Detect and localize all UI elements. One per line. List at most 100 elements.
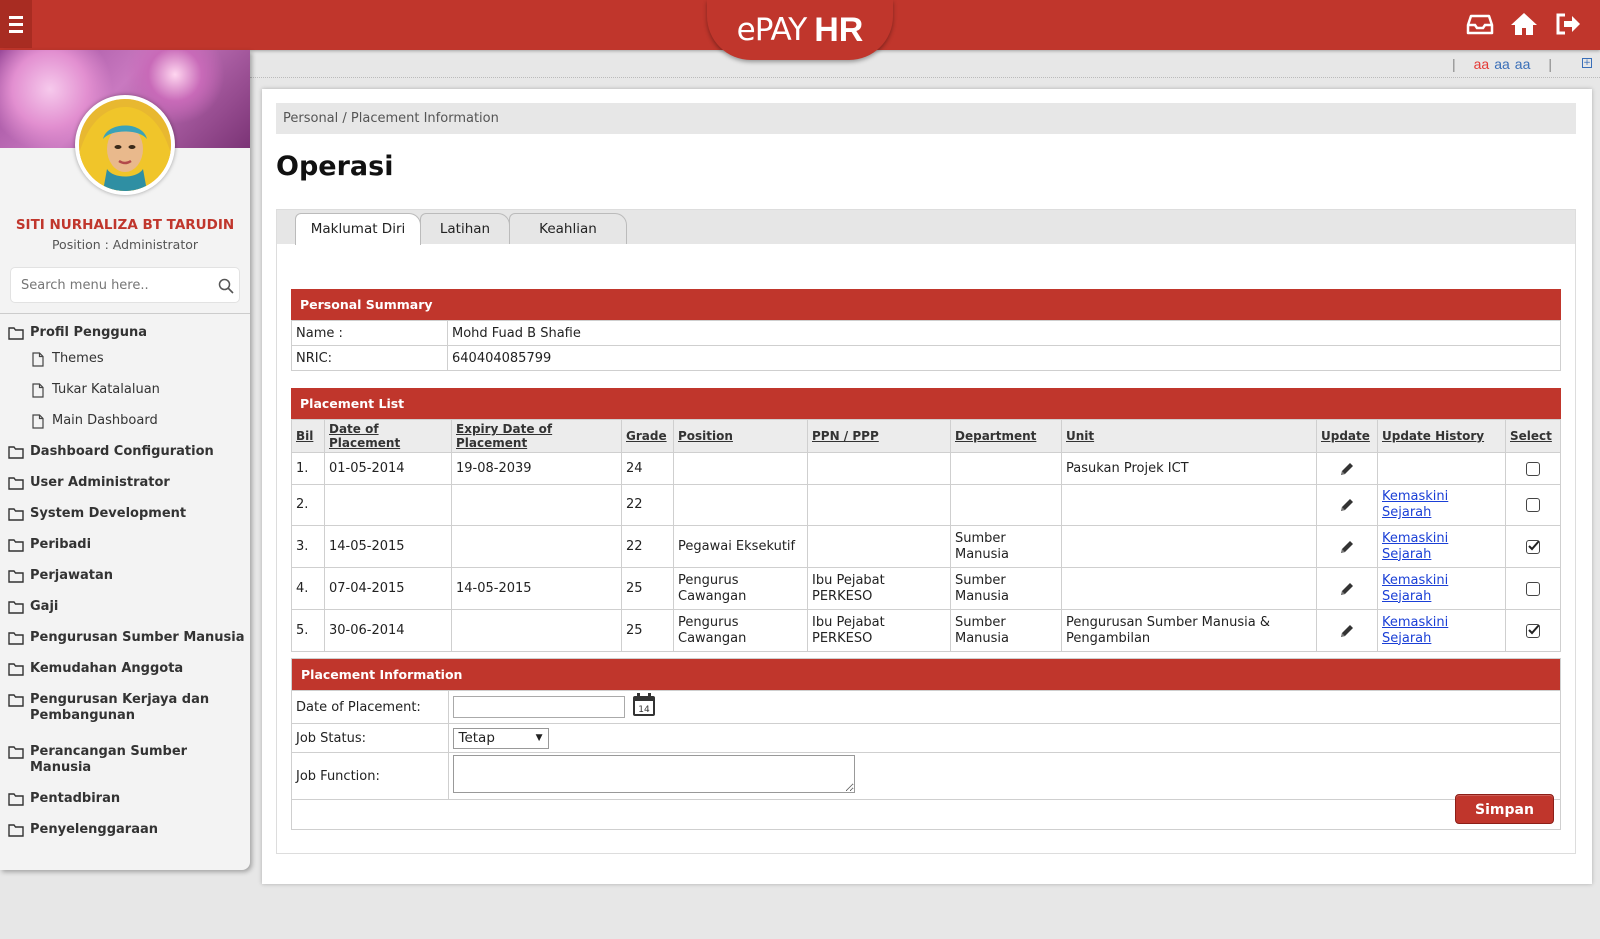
job-status-select[interactable]: Tetap ▼ bbox=[452, 727, 549, 749]
sidebar-item-peribadi[interactable]: Peribadi bbox=[0, 537, 250, 553]
col-update-history[interactable]: Update History bbox=[1377, 419, 1506, 453]
sidebar-item-perjawatan[interactable]: Perjawatan bbox=[0, 568, 250, 584]
cell-ppn bbox=[807, 525, 951, 568]
cell-expiry: 14-05-2015 bbox=[451, 567, 622, 610]
table-row: 3. 14-05-2015 22 Pegawai Eksekutif Sumber Ma… bbox=[291, 525, 1561, 568]
placement-info-form: Date of Placement: 14 Job Status: Tetap ▼ bbox=[292, 690, 1560, 800]
hamburger-icon[interactable] bbox=[0, 0, 32, 48]
inbox-icon[interactable] bbox=[1466, 10, 1494, 38]
cell-expiry: 19-08-2039 bbox=[451, 452, 622, 485]
nric-label: NRIC: bbox=[291, 345, 448, 371]
edit-pencil-icon[interactable] bbox=[1339, 497, 1355, 513]
checkbox-checked[interactable] bbox=[1526, 623, 1540, 638]
sidebar-item-main-dashboard[interactable]: Main Dashboard bbox=[0, 413, 250, 429]
sidebar-item-label: Kemudahan Anggota bbox=[30, 661, 184, 676]
col-update[interactable]: Update bbox=[1316, 419, 1378, 453]
col-select[interactable]: Select bbox=[1505, 419, 1561, 453]
cell-date: 14-05-2015 bbox=[324, 525, 452, 568]
update-history-link[interactable]: Kemaskini Sejarah bbox=[1382, 531, 1452, 563]
update-history-link[interactable]: Kemaskini Sejarah bbox=[1382, 615, 1452, 647]
sidebar-item-pentadbiran[interactable]: Pentadbiran bbox=[0, 791, 250, 807]
cell-department: Sumber Manusia bbox=[950, 567, 1062, 610]
edit-pencil-icon[interactable] bbox=[1339, 581, 1355, 597]
sidebar-item-themes[interactable]: Themes bbox=[0, 351, 250, 367]
col-unit[interactable]: Unit bbox=[1061, 419, 1317, 453]
user-name: SITI NURHALIZA BT TARUDIN bbox=[15, 217, 235, 233]
tab-latihan[interactable]: Latihan bbox=[420, 213, 510, 244]
sidebar-item-pengurusan-kerjaya-dan-pembangunan[interactable]: Pengurusan Kerjaya dan Pembangunan bbox=[0, 692, 250, 724]
checkbox[interactable] bbox=[1526, 581, 1540, 596]
section-heading: Placement List bbox=[291, 388, 1561, 419]
nric-value: 640404085799 bbox=[447, 345, 1561, 371]
edit-pencil-icon[interactable] bbox=[1339, 461, 1355, 477]
sidebar-item-kemudahan-anggota[interactable]: Kemudahan Anggota bbox=[0, 661, 250, 677]
sidebar-item-gaji[interactable]: Gaji bbox=[0, 599, 250, 615]
home-icon[interactable] bbox=[1510, 10, 1538, 38]
col-ppn[interactable]: PPN / PPP bbox=[807, 419, 951, 453]
logo-hr: HR bbox=[814, 10, 864, 49]
folder-icon bbox=[8, 507, 24, 521]
job-function-textarea[interactable] bbox=[452, 755, 855, 793]
col-grade[interactable]: Grade bbox=[621, 419, 674, 453]
save-button[interactable]: Simpan bbox=[1455, 794, 1554, 824]
cell-grade: 25 bbox=[621, 567, 674, 610]
sidebar-item-label: Themes bbox=[52, 351, 104, 366]
checkbox[interactable] bbox=[1526, 498, 1540, 512]
sidebar-item-profil-pengguna[interactable]: Profil Pengguna bbox=[0, 325, 250, 341]
expand-icon[interactable]: + bbox=[1582, 58, 1592, 68]
folder-icon bbox=[8, 662, 24, 676]
checkbox[interactable] bbox=[1526, 461, 1540, 476]
font-size-large[interactable]: aa bbox=[1515, 56, 1531, 72]
cell-position bbox=[673, 452, 808, 485]
cell-expiry bbox=[451, 609, 622, 652]
col-department[interactable]: Department bbox=[950, 419, 1062, 453]
search-icon[interactable] bbox=[218, 278, 234, 294]
sidebar-item-system-development[interactable]: System Development bbox=[0, 506, 250, 522]
sidebar-item-perancangan-sumber-manusia[interactable]: Perancangan Sumber Manusia bbox=[0, 744, 250, 776]
folder-icon bbox=[8, 569, 24, 583]
sidebar-item-pengurusan-sumber-manusia[interactable]: Pengurusan Sumber Manusia bbox=[0, 630, 250, 646]
placement-table-body: 1. 01-05-2014 19-08-2039 24 Pasukan Projek I… bbox=[291, 452, 1561, 652]
job-status-value: Tetap bbox=[458, 729, 495, 746]
sidebar-item-label: Main Dashboard bbox=[52, 413, 158, 428]
sidebar-item-label: Pengurusan Sumber Manusia bbox=[30, 630, 245, 645]
cell-select bbox=[1505, 525, 1561, 568]
folder-icon bbox=[8, 631, 24, 645]
update-history-link[interactable]: Kemaskini Sejarah bbox=[1382, 573, 1452, 605]
sidebar-item-penyelenggaraan[interactable]: Penyelenggaraan bbox=[0, 822, 250, 838]
col-date[interactable]: Date of Placement bbox=[324, 419, 452, 453]
table-header-row: Bil Date of Placement Expiry Date of Pla… bbox=[291, 419, 1561, 453]
cell-department: Sumber Manusia bbox=[950, 525, 1062, 568]
calendar-icon[interactable]: 14 bbox=[632, 693, 656, 721]
logout-icon[interactable] bbox=[1554, 10, 1582, 38]
update-history-link[interactable]: Kemaskini Sejarah bbox=[1382, 489, 1452, 521]
tab-keahlian[interactable]: Keahlian bbox=[509, 213, 627, 244]
sidebar-item-dashboard-configuration[interactable]: Dashboard Configuration bbox=[0, 444, 250, 460]
cell-update bbox=[1316, 567, 1378, 610]
cell-expiry bbox=[451, 484, 622, 526]
tab-maklumat-diri[interactable]: Maklumat Diri bbox=[295, 213, 421, 245]
sidebar-item-user-administrator[interactable]: User Administrator bbox=[0, 475, 250, 491]
dropdown-arrow-icon: ▼ bbox=[535, 732, 543, 743]
edit-pencil-icon[interactable] bbox=[1339, 539, 1355, 555]
col-position[interactable]: Position bbox=[673, 419, 808, 453]
checkbox-checked[interactable] bbox=[1526, 539, 1540, 554]
avatar[interactable] bbox=[75, 95, 175, 195]
date-of-placement-input[interactable] bbox=[452, 696, 625, 718]
folder-icon bbox=[8, 476, 24, 490]
col-expiry[interactable]: Expiry Date of Placement bbox=[451, 419, 622, 453]
cell-ppn: Ibu Pejabat PERKESO bbox=[807, 567, 951, 610]
header-actions bbox=[1466, 10, 1582, 38]
sidebar-item-label: Perancangan Sumber Manusia bbox=[30, 744, 188, 775]
sidebar-item-tukar-katalaluan[interactable]: Tukar Katalaluan bbox=[0, 382, 250, 398]
cell-update-history: Kemaskini Sejarah bbox=[1377, 525, 1506, 568]
cell-date: 07-04-2015 bbox=[324, 567, 452, 610]
col-bil[interactable]: Bil bbox=[291, 419, 325, 453]
font-size-small[interactable]: aa bbox=[1474, 56, 1490, 72]
sidebar-item-label: Perjawatan bbox=[30, 568, 114, 583]
cell-unit bbox=[1061, 567, 1317, 610]
search-input[interactable] bbox=[11, 268, 201, 302]
font-size-medium[interactable]: aa bbox=[1494, 56, 1510, 72]
cell-ppn bbox=[807, 452, 951, 485]
edit-pencil-icon[interactable] bbox=[1339, 623, 1355, 639]
